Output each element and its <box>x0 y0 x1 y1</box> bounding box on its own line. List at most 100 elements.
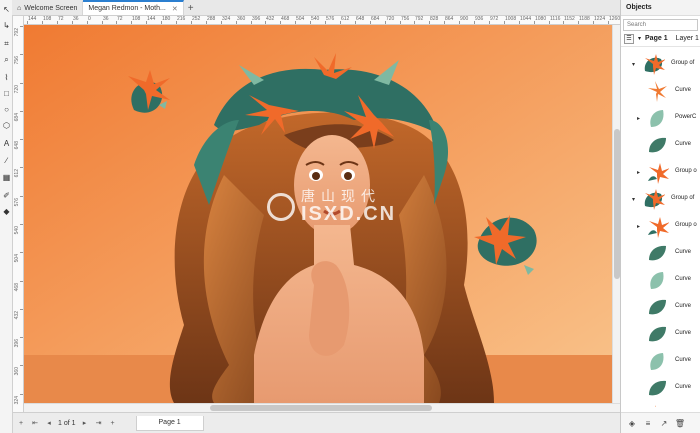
ruler-tick <box>20 337 23 338</box>
object-tree-item[interactable]: Curve <box>621 321 700 348</box>
freehand-tool-icon[interactable]: ⌇ <box>1 72 12 83</box>
ruler-tick <box>340 21 341 24</box>
object-tree-item-label: Curve <box>675 276 692 282</box>
object-tree-item[interactable]: ▸ Group o <box>621 159 700 186</box>
ruler-tick-label: 36 <box>103 16 109 22</box>
object-tree-item[interactable]: Curve <box>621 132 700 159</box>
object-tree-item[interactable]: Curve <box>621 294 700 321</box>
close-icon[interactable]: ✕ <box>172 5 178 13</box>
zoom-tool-icon[interactable]: ⌕ <box>1 54 12 65</box>
objects-search-input[interactable]: Search <box>623 19 698 31</box>
ruler-tick-label: 612 <box>341 16 350 22</box>
vertical-scrollbar[interactable] <box>612 25 620 403</box>
ellipse-tool-icon[interactable]: ○ <box>1 104 12 115</box>
tab-document[interactable]: Megan Redmon - Moth... ✕ <box>83 0 184 15</box>
vertical-ruler[interactable]: 792 756 720 684 648 612 576 540 504 468 432 396 360 3… <box>13 16 24 412</box>
ruler-tick-label: 288 <box>207 16 216 22</box>
ruler-tick <box>20 54 23 55</box>
ruler-tick-label: 828 <box>430 16 439 22</box>
watermark: 唐山现代 ISXD.CN <box>267 190 396 224</box>
delete-icon[interactable]: 🗑 <box>675 418 685 428</box>
object-tree-item[interactable]: Curve <box>621 267 700 294</box>
next-page-icon[interactable]: ▸ <box>80 417 90 429</box>
collapse-arrow-icon[interactable]: ▸ <box>637 115 640 122</box>
expand-arrow-icon[interactable]: ▾ <box>632 61 635 68</box>
ruler-tick-label: 396 <box>252 16 261 22</box>
ruler-tick <box>414 21 415 24</box>
shape-tool-icon[interactable]: ↳ <box>1 20 12 31</box>
horizontal-ruler[interactable]: 144 108 72 36 0 36 72 108 144 180 216 252 288 324 360 3… <box>24 16 620 25</box>
ruler-tick-label: 756 <box>14 56 20 65</box>
object-tree-item[interactable]: Curve <box>621 375 700 402</box>
ruler-tick-label: 180 <box>162 16 171 22</box>
layer-label[interactable]: Layer 1 <box>676 35 699 42</box>
drawing-canvas[interactable]: 唐山现代 ISXD.CN <box>24 25 612 403</box>
docker-footer: ◈ ≡ ↗ 🗑 <box>621 412 700 433</box>
ruler-tick-label: 864 <box>445 16 454 22</box>
object-thumbnail <box>641 53 666 76</box>
ruler-tick <box>578 21 579 24</box>
transparency-tool-icon[interactable]: ▦ <box>1 172 12 183</box>
object-tree-item[interactable]: ▾ Group of <box>621 186 700 213</box>
add-page-before-button[interactable]: + <box>16 417 26 429</box>
object-tree-item[interactable]: ▸ Group o <box>621 213 700 240</box>
object-tree-item[interactable]: ▾ Group of <box>621 51 700 78</box>
previous-page-icon[interactable]: ◂ <box>44 417 54 429</box>
ruler-tick-label: 1044 <box>520 16 532 22</box>
object-tree-item[interactable] <box>621 402 700 407</box>
page-icon[interactable]: ☰ <box>624 33 634 44</box>
horizontal-scrollbar[interactable] <box>24 403 620 412</box>
object-tree-item-label: Group o <box>675 222 697 228</box>
new-layer-icon[interactable]: ◈ <box>627 418 637 428</box>
pick-tool-icon[interactable]: ↖ <box>1 4 12 15</box>
eyedropper-tool-icon[interactable]: ✐ <box>1 190 12 201</box>
ruler-tick <box>72 21 73 24</box>
ruler-tick-label: 576 <box>326 16 335 22</box>
parallel-dimension-tool-icon[interactable]: ∕ <box>1 155 12 166</box>
ruler-tick <box>20 167 23 168</box>
ruler-tick <box>563 21 564 24</box>
object-tree-item[interactable]: Curve <box>621 78 700 105</box>
ruler-tick <box>474 21 475 24</box>
object-tree-item-label: Curve <box>675 303 692 309</box>
object-tree-item[interactable]: ▸ PowerC <box>621 105 700 132</box>
expand-arrow-icon[interactable]: ▾ <box>632 196 635 203</box>
text-tool-icon[interactable]: A <box>1 138 12 149</box>
page-tab[interactable]: Page 1 <box>135 415 204 431</box>
polygon-tool-icon[interactable]: ⬡ <box>1 120 12 131</box>
object-thumbnail <box>645 323 669 346</box>
ruler-tick-label: 612 <box>14 169 20 178</box>
first-page-icon[interactable]: ⇤ <box>30 417 40 429</box>
page-label[interactable]: Page 1 <box>645 35 668 42</box>
page-navigator: + ⇤ ◂ 1 of 1 ▸ ⇥ + Page 1 <box>13 412 620 433</box>
new-tab-button[interactable]: + <box>184 1 198 15</box>
docker-page-header: ☰ ▾ Page 1 Layer 1 <box>621 31 700 47</box>
move-icon[interactable]: ↗ <box>659 418 669 428</box>
ruler-tick-label: 756 <box>401 16 410 22</box>
last-page-icon[interactable]: ⇥ <box>94 417 104 429</box>
ruler-tick <box>102 21 103 24</box>
ruler-tick <box>385 21 386 24</box>
horizontal-scroll-thumb[interactable] <box>210 405 432 411</box>
layers-icon[interactable]: ≡ <box>643 418 653 428</box>
tab-label: Megan Redmon - Moth... <box>88 5 166 12</box>
object-tree-item-label: Curve <box>675 141 692 147</box>
crop-tool-icon[interactable]: ⌗ <box>1 38 12 49</box>
ruler-tick <box>20 281 23 282</box>
object-tree-item[interactable]: Curve <box>621 348 700 375</box>
collapse-arrow-icon[interactable]: ▸ <box>637 223 640 230</box>
rectangle-tool-icon[interactable]: □ <box>1 88 12 99</box>
object-tree-item[interactable]: Curve <box>621 240 700 267</box>
ruler-tick <box>87 21 88 24</box>
ruler-tick <box>265 21 266 24</box>
object-thumbnail <box>645 107 669 130</box>
collapse-icon[interactable]: ▾ <box>638 35 641 42</box>
add-page-after-button[interactable]: + <box>108 417 118 429</box>
fill-tool-icon[interactable]: ◆ <box>1 206 12 217</box>
object-thumbnail <box>645 80 669 103</box>
ruler-tick-label: 360 <box>14 367 20 376</box>
collapse-arrow-icon[interactable]: ▸ <box>637 169 640 176</box>
ruler-tick-label: 1260 <box>609 16 620 22</box>
watermark-chinese: 唐山现代 <box>301 189 381 205</box>
tab-home[interactable]: ⌂ Welcome Screen <box>12 1 84 15</box>
